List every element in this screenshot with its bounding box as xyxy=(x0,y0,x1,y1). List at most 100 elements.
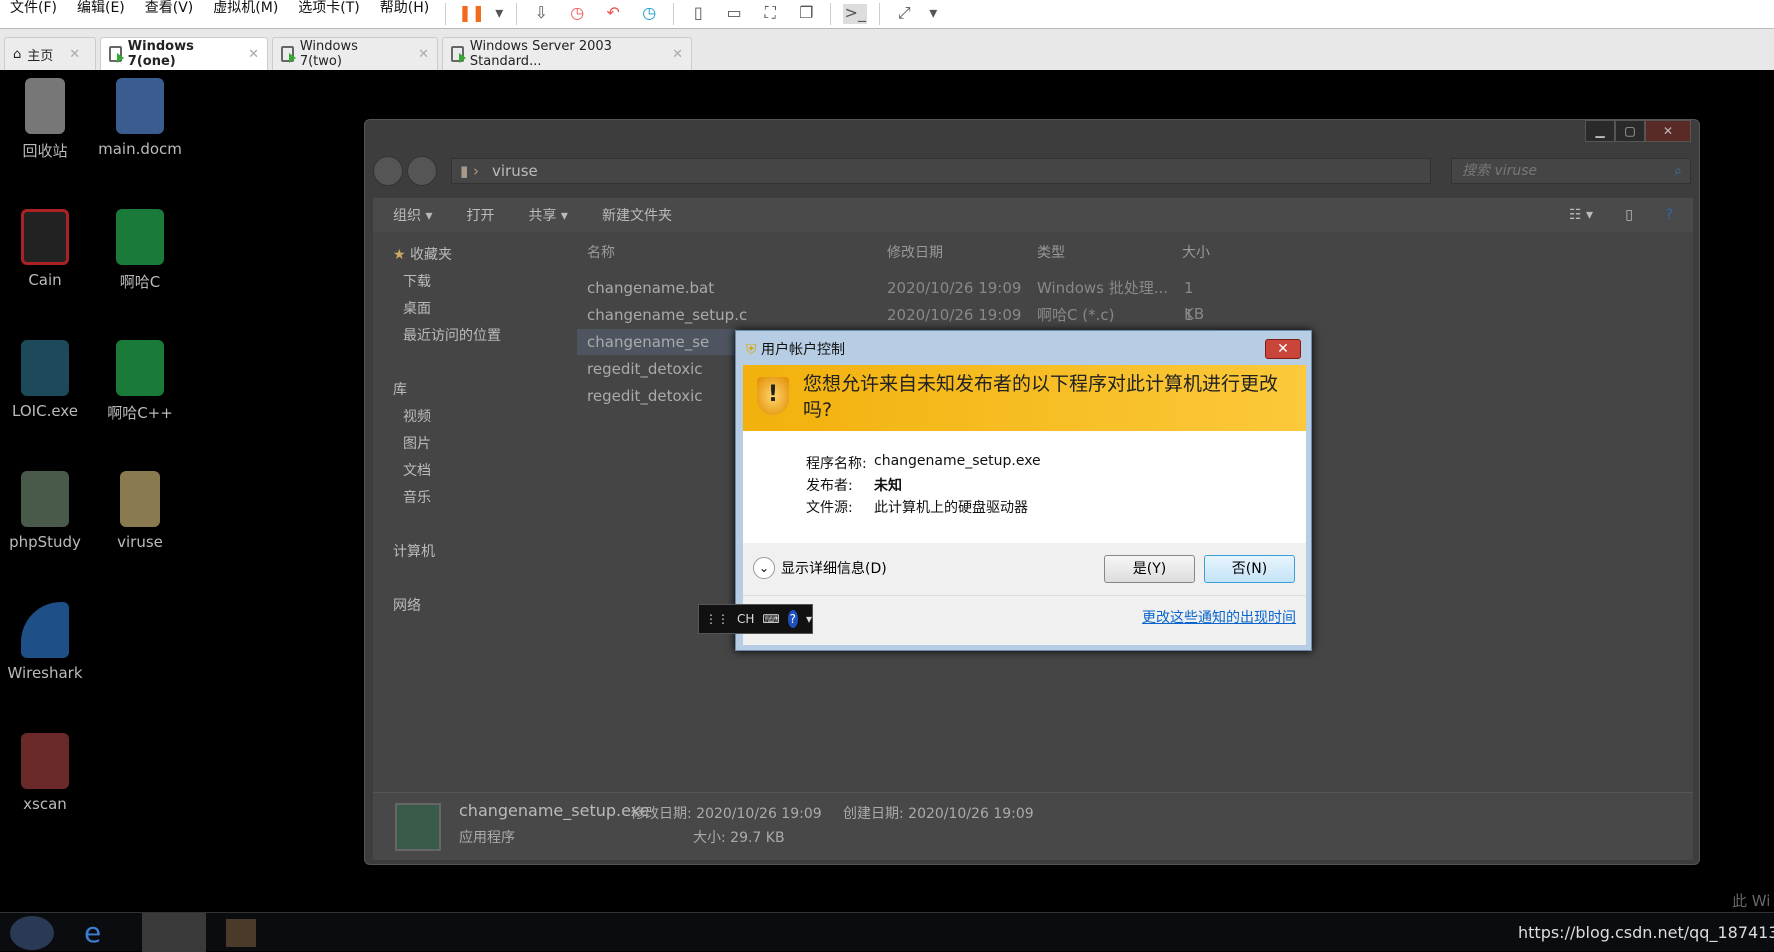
share-button[interactable]: 共享 ▾ xyxy=(528,205,567,225)
nav-desktop[interactable]: 桌面 xyxy=(403,298,431,318)
desktop-icon-wireshark[interactable]: Wireshark xyxy=(0,602,90,682)
uac-dialog: ⛨ 用户帐户控制 ✕ ! 您想允许来自未知发布者的以下程序对此计算机进行更改吗?… xyxy=(735,330,1312,651)
pause-icon[interactable]: ❚❚ xyxy=(458,4,485,24)
desktop-icon-loic[interactable]: LOIC.exe xyxy=(0,340,90,420)
file-row[interactable]: changename.bat 2020/10/26 19:09 Windows 批处… xyxy=(577,275,1217,323)
media-player-icon[interactable] xyxy=(226,919,256,947)
open-button[interactable]: 打开 xyxy=(466,205,494,225)
help-icon[interactable]: ? xyxy=(1666,207,1673,223)
file-row[interactable]: changename_setup.c 2020/10/26 19:09 啊哈C (*… xyxy=(577,302,1217,350)
view-thumbnail-icon[interactable]: ▭ xyxy=(722,4,746,24)
forward-button[interactable] xyxy=(407,156,437,186)
nav-pictures[interactable]: 图片 xyxy=(403,433,431,453)
nav-recent-places[interactable]: 最近访问的位置 xyxy=(403,325,501,345)
ime-language-bar: ⋮⋮ CH ⌨ ? ▾ xyxy=(698,604,813,634)
divider xyxy=(830,3,832,25)
desktop-icon-xscan[interactable]: xscan xyxy=(0,733,90,813)
nav-documents[interactable]: 文档 xyxy=(403,460,431,480)
yes-button[interactable]: 是(Y) xyxy=(1104,555,1195,583)
close-icon[interactable]: ✕ xyxy=(248,47,259,62)
desktop-icon-ahac[interactable]: 啊哈C xyxy=(95,209,185,292)
file-name: regedit_detoxic xyxy=(587,387,703,405)
change-notification-settings-link[interactable]: 更改这些通知的出现时间 xyxy=(1142,607,1296,627)
column-type[interactable]: 类型 xyxy=(1037,242,1065,262)
menu-vm[interactable]: 虚拟机(M) xyxy=(203,0,288,29)
menu-help[interactable]: 帮助(H) xyxy=(370,0,439,29)
drag-handle[interactable]: ⋮⋮ xyxy=(705,612,729,626)
internet-explorer-icon[interactable]: e xyxy=(84,917,124,949)
snapshot-icon[interactable]: ◷ xyxy=(565,4,589,24)
file-type: 啊哈C (*.c) xyxy=(1037,306,1115,324)
help-icon[interactable]: ? xyxy=(787,610,798,628)
navigation-pane: ★ 收藏夹 下载 桌面 最近访问的位置 库 视频 图片 文档 音乐 计算机 网络 xyxy=(373,232,567,792)
menu-file[interactable]: 文件(F) xyxy=(0,0,67,29)
back-button[interactable] xyxy=(373,156,403,186)
desktop-icon-phpstudy[interactable]: phpStudy xyxy=(0,471,90,551)
uac-question: 您想允许来自未知发布者的以下程序对此计算机进行更改吗? xyxy=(803,373,1279,421)
close-icon[interactable]: ✕ xyxy=(672,47,683,62)
home-icon: ⌂ xyxy=(13,46,22,62)
column-date[interactable]: 修改日期 xyxy=(887,242,943,262)
dialog-footer: ⌄ 显示详细信息(D) 是(Y) 否(N) 更改这些通知的出现时间 xyxy=(743,543,1306,645)
fullscreen-icon[interactable]: ⛶ xyxy=(758,4,782,24)
tab-windows-server-2003[interactable]: Windows Server 2003 Standard... ✕ xyxy=(442,37,692,70)
maximize-button[interactable]: ▢ xyxy=(1615,120,1645,142)
menu-edit[interactable]: 编辑(E) xyxy=(67,0,135,29)
program-info: 程序名称: changename_setup.exe 发布者: 未知 文件源: … xyxy=(743,431,1306,543)
desktop-icon-viruse[interactable]: viruse xyxy=(95,471,185,551)
chevron-down-icon[interactable]: ▾ xyxy=(494,4,504,24)
vm-paused-icon xyxy=(281,46,296,63)
column-name[interactable]: 名称 xyxy=(587,242,615,262)
wireshark-icon xyxy=(21,602,69,658)
menu-view[interactable]: 查看(V) xyxy=(135,0,204,29)
chevron-down-icon[interactable]: ▾ xyxy=(928,4,938,24)
keyboard-icon[interactable]: ⌨ xyxy=(762,612,779,626)
no-button[interactable]: 否(N) xyxy=(1204,555,1295,583)
tab-label: Windows 7(two) xyxy=(299,39,358,69)
activation-watermark: 此 Wi xyxy=(1732,892,1771,910)
desktop-icon-recycle-bin[interactable]: 回收站 xyxy=(0,78,90,161)
nav-favorites[interactable]: ★ 收藏夹 xyxy=(393,244,452,264)
minimize-button[interactable]: ▁ xyxy=(1585,120,1615,142)
address-bar[interactable]: ▮ › viruse xyxy=(451,158,1431,184)
nav-network[interactable]: 网络 xyxy=(393,595,421,615)
tab-label: 主页 xyxy=(27,48,54,64)
view-options-icon[interactable]: ☷ ▾ xyxy=(1569,207,1593,223)
start-button[interactable] xyxy=(10,916,54,950)
xscan-icon xyxy=(21,733,69,789)
close-button[interactable]: ✕ xyxy=(1645,120,1691,142)
divider xyxy=(879,3,881,25)
unity-icon[interactable]: ❐ xyxy=(794,4,818,24)
close-icon[interactable]: ✕ xyxy=(69,47,80,62)
desktop-icon-main-docm[interactable]: main.docm xyxy=(95,78,185,158)
organize-button[interactable]: 组织 ▾ xyxy=(393,205,432,225)
snapshot-manager-icon[interactable]: ◷ xyxy=(637,4,661,24)
show-details-toggle[interactable]: ⌄ 显示详细信息(D) xyxy=(753,557,887,579)
tab-windows7-two[interactable]: Windows 7(two) ✕ xyxy=(272,37,438,70)
view-sidebar-icon[interactable]: ▯ xyxy=(686,4,710,24)
nav-videos[interactable]: 视频 xyxy=(403,406,431,426)
nav-libraries[interactable]: 库 xyxy=(393,379,407,399)
desktop-icon-cain[interactable]: Cain xyxy=(0,209,90,289)
close-icon[interactable]: ✕ xyxy=(418,47,429,62)
revert-snapshot-icon[interactable]: ↶ xyxy=(601,4,625,24)
options-icon[interactable]: ▾ xyxy=(806,612,812,626)
menu-tabs[interactable]: 选项卡(T) xyxy=(288,0,369,29)
nav-downloads[interactable]: 下载 xyxy=(403,271,431,291)
new-folder-button[interactable]: 新建文件夹 xyxy=(602,205,672,225)
search-input[interactable]: 搜索 viruse ⌕ xyxy=(1451,158,1691,184)
desktop-icon-ahac-plus[interactable]: 啊哈C++ xyxy=(95,340,185,423)
tab-windows7-one[interactable]: Windows 7(one) ✕ xyxy=(100,37,268,70)
ime-language[interactable]: CH xyxy=(737,612,754,626)
send-keys-icon[interactable]: ⇩ xyxy=(529,4,553,24)
preview-pane-icon[interactable]: ▯ xyxy=(1625,207,1633,223)
column-size[interactable]: 大小 xyxy=(1182,242,1210,262)
console-icon[interactable]: >_ xyxy=(843,4,868,24)
nav-computer[interactable]: 计算机 xyxy=(393,541,435,561)
divider xyxy=(516,3,518,25)
tab-home[interactable]: ⌂ 主页 ✕ xyxy=(4,37,96,70)
nav-music[interactable]: 音乐 xyxy=(403,487,431,507)
close-button[interactable]: ✕ xyxy=(1265,339,1301,359)
stretch-icon[interactable]: ⤢ xyxy=(892,4,916,24)
explorer-taskbar-button[interactable] xyxy=(142,913,206,952)
